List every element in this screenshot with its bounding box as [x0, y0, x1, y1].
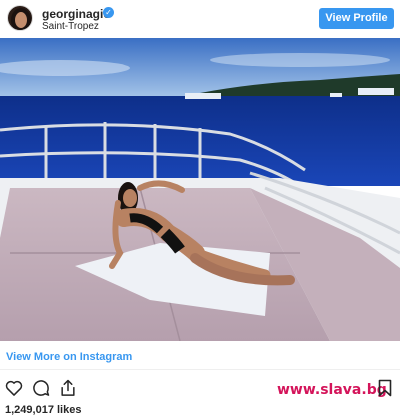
watermark: www.slava.bg: [277, 382, 387, 398]
avatar[interactable]: [7, 5, 33, 31]
username[interactable]: georginagio: [42, 7, 111, 21]
heart-icon[interactable]: [4, 378, 24, 398]
post-photo[interactable]: [0, 38, 400, 341]
bookmark-icon[interactable]: [378, 379, 392, 397]
post-header: georginagio ✓ Saint-Tropez View Profile: [0, 0, 400, 38]
likes-count: 1,249,017 likes: [5, 404, 82, 416]
share-icon[interactable]: [58, 378, 78, 398]
verified-badge-icon: ✓: [103, 7, 114, 18]
view-more-link[interactable]: View More on Instagram: [6, 351, 132, 363]
location-label[interactable]: Saint-Tropez: [42, 21, 99, 32]
divider: [0, 369, 400, 370]
instagram-embed: georginagio ✓ Saint-Tropez View Profile: [0, 0, 400, 419]
comment-icon[interactable]: [31, 378, 51, 398]
view-profile-button[interactable]: View Profile: [319, 8, 394, 29]
